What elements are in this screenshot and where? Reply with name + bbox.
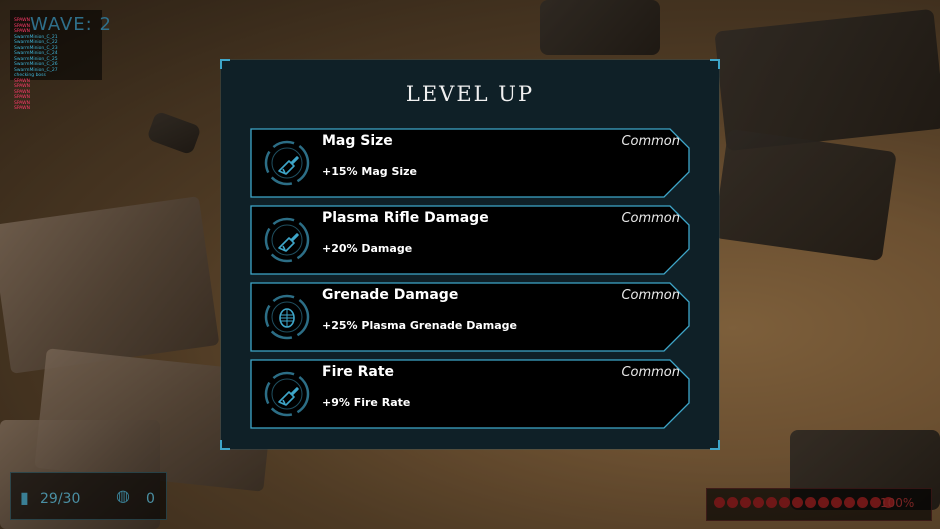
health-pip <box>792 497 803 508</box>
upgrade-description: +25% Plasma Grenade Damage <box>322 319 517 332</box>
upgrade-rarity: Common <box>621 134 680 149</box>
health-pip <box>740 497 751 508</box>
ammo-count: 29/30 <box>40 491 81 507</box>
rifle-icon <box>264 371 310 417</box>
upgrade-name: Fire Rate <box>322 364 395 380</box>
upgrade-card[interactable]: Grenade Damage Common +25% Plasma Grenade … <box>250 282 690 352</box>
upgrade-name: Mag Size <box>322 133 393 149</box>
upgrade-name: Plasma Rifle Damage <box>322 210 489 226</box>
debug-line: SPAWN <box>14 106 30 111</box>
health-pip <box>805 497 816 508</box>
health-pip <box>727 497 738 508</box>
dialog-title: LEVEL UP <box>405 82 535 106</box>
health-pip <box>753 497 764 508</box>
debug-line: SwarmMinion_C_26 <box>14 62 58 67</box>
health-percent: 100% <box>880 496 915 510</box>
upgrade-card[interactable]: Plasma Rifle Damage Common +20% Damage <box>250 205 690 275</box>
ammo-icon: ▮ <box>20 488 29 507</box>
health-pip <box>831 497 842 508</box>
ammo-panel <box>10 472 167 520</box>
debug-line: SwarmMinion_C_24 <box>14 51 58 56</box>
corner-bracket <box>220 59 230 69</box>
upgrade-description: +15% Mag Size <box>322 165 418 178</box>
grenade-icon <box>264 294 310 340</box>
rifle-icon <box>264 140 310 186</box>
corner-bracket <box>710 440 720 450</box>
grenade-icon: ◍ <box>116 486 130 505</box>
grenade-count: 0 <box>146 491 155 507</box>
debug-line: SwarmMinion_C_22 <box>14 40 58 45</box>
corner-bracket <box>220 440 230 450</box>
level-up-dialog: LEVEL UP Mag Size Common +15% Mag Size Plas… <box>220 59 720 450</box>
upgrade-description: +9% Fire Rate <box>322 396 411 409</box>
wave-counter: WAVE: 2 <box>30 14 112 35</box>
health-pip <box>779 497 790 508</box>
health-pip <box>818 497 829 508</box>
upgrade-rarity: Common <box>621 365 680 380</box>
corner-bracket <box>710 59 720 69</box>
upgrade-name: Grenade Damage <box>322 287 459 303</box>
rifle-icon <box>264 217 310 263</box>
upgrade-rarity: Common <box>621 211 680 226</box>
upgrade-card[interactable]: Fire Rate Common +9% Fire Rate <box>250 359 690 429</box>
health-pip <box>766 497 777 508</box>
upgrade-description: +20% Damage <box>322 242 413 255</box>
health-pip <box>844 497 855 508</box>
upgrade-card[interactable]: Mag Size Common +15% Mag Size <box>250 128 690 198</box>
health-pip <box>857 497 868 508</box>
health-pip <box>714 497 725 508</box>
upgrade-rarity: Common <box>621 288 680 303</box>
health-bar <box>714 497 894 508</box>
